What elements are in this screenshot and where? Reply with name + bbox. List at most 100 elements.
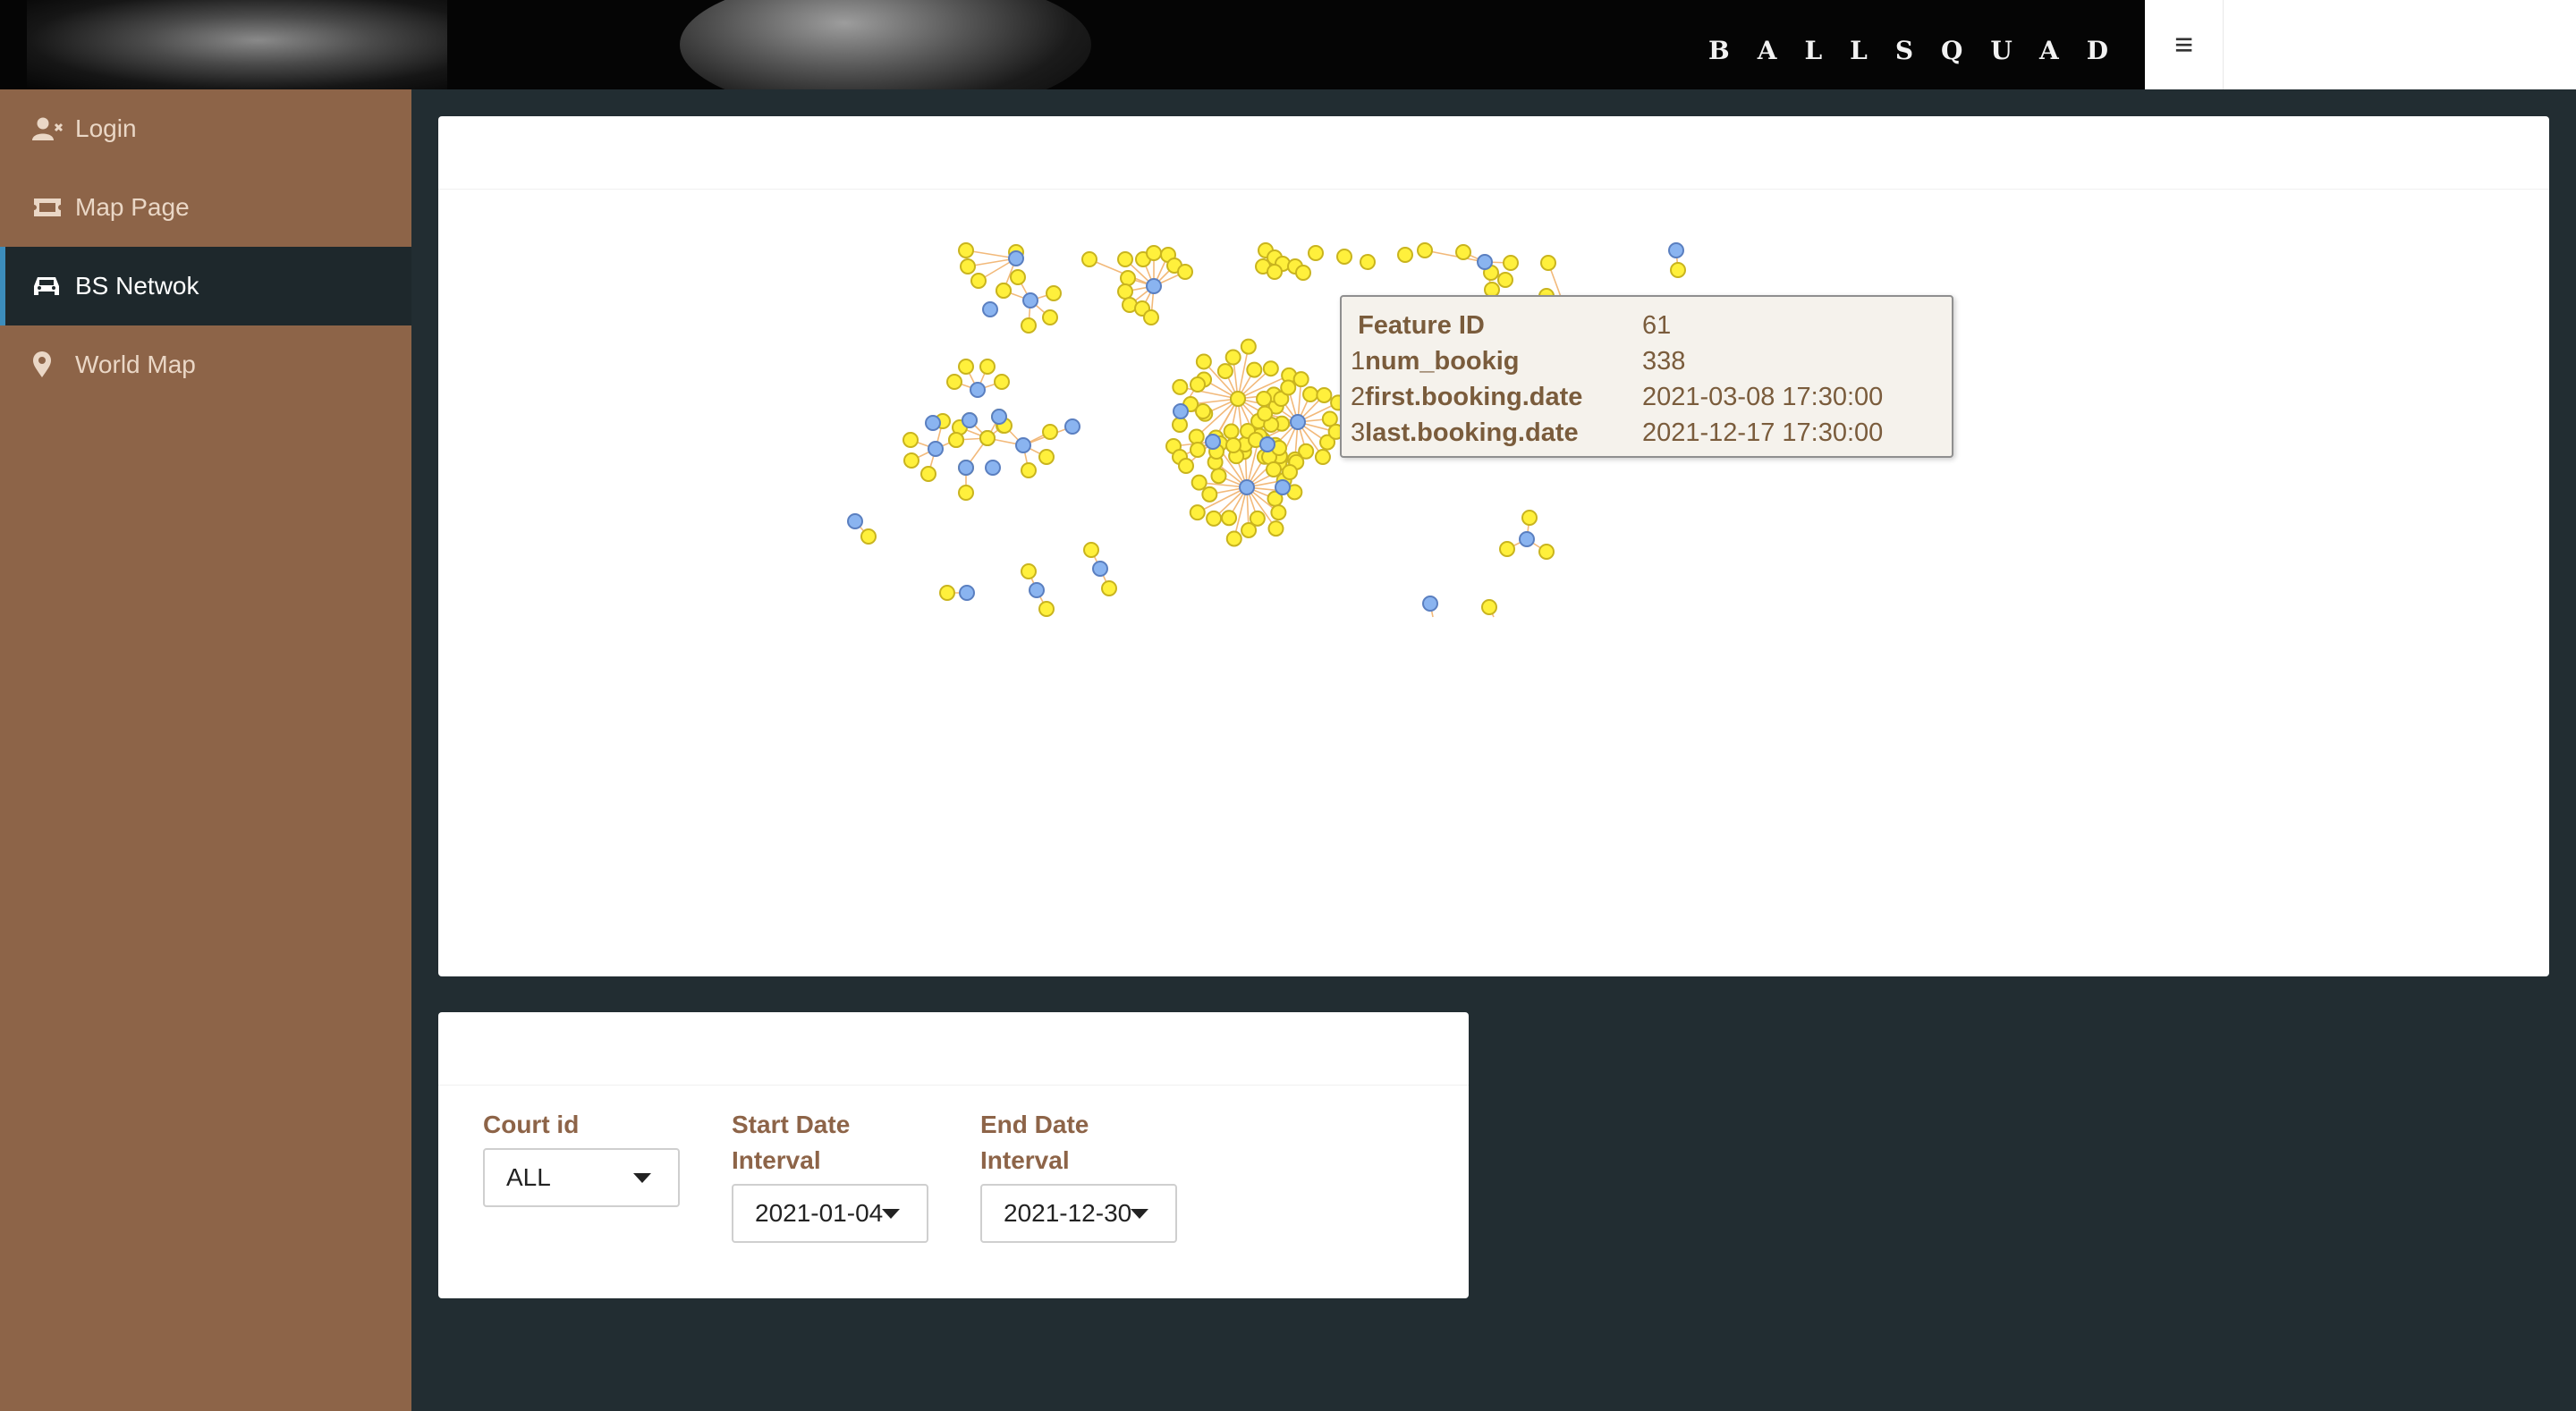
user-node[interactable]	[1314, 449, 1331, 466]
user-node[interactable]	[1295, 265, 1311, 281]
court-node[interactable]	[958, 460, 974, 476]
user-node[interactable]	[1262, 360, 1279, 377]
court-node[interactable]	[1146, 278, 1162, 294]
user-node[interactable]	[1172, 378, 1189, 395]
user-node[interactable]	[1224, 349, 1241, 366]
user-node[interactable]	[1101, 580, 1117, 596]
user-node[interactable]	[948, 432, 964, 448]
user-node[interactable]	[1267, 264, 1283, 280]
user-node[interactable]	[1143, 309, 1159, 325]
user-node[interactable]	[1246, 361, 1263, 378]
user-node[interactable]	[1481, 599, 1497, 615]
user-node[interactable]	[1266, 461, 1282, 477]
user-node[interactable]	[1256, 391, 1273, 408]
user-node[interactable]	[970, 273, 987, 289]
start-date-select[interactable]: 2021-01-04	[732, 1184, 928, 1243]
court-node[interactable]	[1205, 434, 1221, 450]
sidebar-item-world-map[interactable]: World Map	[0, 325, 411, 404]
court-node[interactable]	[1064, 418, 1080, 435]
user-node[interactable]	[1540, 255, 1556, 271]
user-node[interactable]	[1038, 601, 1055, 617]
user-node[interactable]	[1497, 272, 1513, 288]
user-node[interactable]	[1172, 417, 1188, 433]
user-node[interactable]	[1210, 468, 1227, 485]
user-node[interactable]	[1521, 510, 1538, 526]
court-node[interactable]	[1290, 414, 1306, 430]
user-node[interactable]	[1503, 255, 1519, 271]
user-node[interactable]	[920, 466, 936, 482]
sidebar-item-map-page[interactable]: Map Page	[0, 168, 411, 247]
user-node[interactable]	[860, 528, 877, 545]
user-node[interactable]	[1195, 353, 1212, 370]
court-node[interactable]	[962, 412, 978, 428]
court-node[interactable]	[1022, 292, 1038, 308]
user-node[interactable]	[1417, 242, 1433, 258]
booking-network-graph[interactable]	[438, 116, 2549, 976]
user-node[interactable]	[1221, 510, 1238, 527]
sidebar-toggle-button[interactable]: ≡	[2145, 0, 2224, 89]
user-node[interactable]	[1042, 309, 1058, 325]
user-node[interactable]	[979, 359, 996, 375]
user-node[interactable]	[1267, 520, 1284, 537]
court-node[interactable]	[1092, 561, 1108, 577]
user-node[interactable]	[1038, 449, 1055, 465]
user-node[interactable]	[1282, 464, 1298, 480]
user-node[interactable]	[903, 452, 919, 469]
user-node[interactable]	[1188, 428, 1205, 445]
user-node[interactable]	[1336, 249, 1352, 265]
court-node[interactable]	[928, 441, 944, 457]
user-node[interactable]	[1397, 247, 1413, 263]
user-node[interactable]	[1042, 424, 1058, 440]
sidebar-item-bs-network[interactable]: BS Netwok	[0, 247, 411, 325]
user-node[interactable]	[1190, 442, 1206, 458]
user-node[interactable]	[1223, 423, 1240, 440]
user-node[interactable]	[1538, 544, 1555, 560]
user-node[interactable]	[979, 430, 996, 446]
user-node[interactable]	[1021, 317, 1037, 334]
user-node[interactable]	[958, 359, 974, 375]
user-node[interactable]	[1241, 521, 1258, 538]
user-node[interactable]	[1257, 405, 1274, 422]
user-node[interactable]	[902, 432, 919, 448]
user-node[interactable]	[1146, 245, 1162, 261]
court-node[interactable]	[1029, 582, 1045, 598]
user-node[interactable]	[1046, 285, 1062, 301]
user-node[interactable]	[1081, 251, 1097, 267]
court-node[interactable]	[991, 409, 1007, 425]
user-node[interactable]	[1021, 563, 1037, 579]
user-node[interactable]	[958, 242, 974, 258]
user-node[interactable]	[1225, 437, 1241, 453]
user-node[interactable]	[1195, 403, 1211, 419]
court-node[interactable]	[970, 382, 986, 398]
court-node[interactable]	[1275, 479, 1291, 495]
user-node[interactable]	[1225, 530, 1242, 547]
user-node[interactable]	[946, 374, 962, 390]
user-node[interactable]	[1201, 486, 1218, 503]
court-node[interactable]	[982, 301, 998, 317]
user-node[interactable]	[1316, 386, 1333, 403]
user-node[interactable]	[1499, 541, 1515, 557]
court-node[interactable]	[1173, 403, 1189, 419]
court-node[interactable]	[1519, 531, 1535, 547]
user-node[interactable]	[958, 485, 974, 501]
court-id-select[interactable]: ALL	[483, 1148, 680, 1207]
sidebar-item-login[interactable]: Login	[0, 89, 411, 168]
user-node[interactable]	[1117, 283, 1133, 300]
court-node[interactable]	[1259, 436, 1275, 452]
user-node[interactable]	[1308, 245, 1324, 261]
court-node[interactable]	[1477, 254, 1493, 270]
user-node[interactable]	[1216, 363, 1233, 380]
user-node[interactable]	[1230, 391, 1246, 407]
end-date-select[interactable]: 2021-12-30	[980, 1184, 1177, 1243]
user-node[interactable]	[1270, 504, 1287, 521]
user-node[interactable]	[1120, 270, 1136, 286]
user-node[interactable]	[1190, 376, 1206, 393]
user-node[interactable]	[1083, 542, 1099, 558]
user-node[interactable]	[996, 283, 1012, 299]
user-node[interactable]	[1292, 371, 1309, 388]
user-node[interactable]	[994, 374, 1010, 390]
user-node[interactable]	[1117, 251, 1133, 267]
user-node[interactable]	[1177, 264, 1193, 280]
user-node[interactable]	[960, 258, 976, 275]
court-node[interactable]	[959, 585, 975, 601]
